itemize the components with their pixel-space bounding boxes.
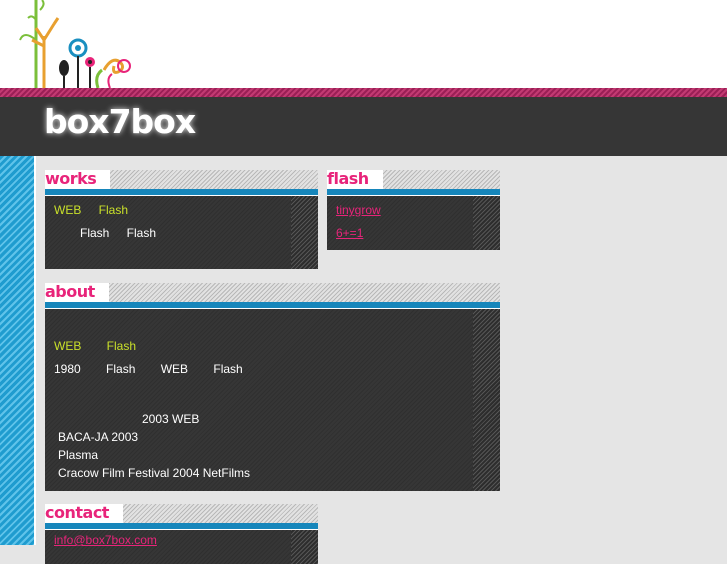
about-panel: about WEB Flash 1980 Flash WEB Flash 200… (45, 283, 500, 491)
about-panel-body: WEB Flash 1980 Flash WEB Flash 2003 WEB … (45, 309, 500, 491)
about-heading: about (45, 283, 109, 302)
flash-link-tinygrow[interactable]: tinygrow (336, 203, 381, 217)
flash-heading: flash (327, 170, 383, 189)
contact-blue-bar (45, 523, 318, 530)
works-panel: works WEB Flash Flash Flash (45, 170, 318, 269)
about-panel-header: about (45, 283, 500, 302)
flash-panel: flash tinygrow 6+=1 (327, 170, 500, 250)
flash-link-6plus1[interactable]: 6+=1 (336, 226, 363, 240)
contact-panel-body: info@box7box.com (45, 530, 318, 564)
left-rail (0, 156, 36, 545)
top-banner (0, 0, 727, 88)
about-blue-bar (45, 302, 500, 309)
flash-panel-body: tinygrow 6+=1 (327, 196, 500, 250)
site-logo-title[interactable]: box7box (44, 102, 196, 141)
flash-panel-header: flash (327, 170, 500, 189)
contact-panel: contact info@box7box.com (45, 504, 318, 564)
about-line-3: 2003 WEB (142, 412, 200, 426)
works-heading: works (45, 170, 111, 189)
works-blue-bar (45, 189, 318, 196)
works-panel-header: works (45, 170, 318, 189)
works-line-2: Flash Flash (80, 226, 157, 240)
flash-blue-bar (327, 189, 500, 196)
contact-panel-header: contact (45, 504, 318, 523)
about-line-4: BACA-JA 2003 (58, 430, 139, 444)
about-line-6: Cracow Film Festival 2004 NetFilms (58, 466, 251, 480)
works-line-1: WEB Flash (54, 203, 129, 217)
works-panel-body: WEB Flash Flash Flash (45, 196, 318, 269)
header-stripe (0, 88, 727, 97)
logo-illustration (19, 0, 131, 88)
contact-heading: contact (45, 504, 123, 523)
about-line-5: Plasma (58, 448, 99, 462)
site-header: box7box (0, 97, 727, 156)
about-line-1: WEB Flash (54, 339, 137, 353)
about-line-2: 1980 Flash WEB Flash (54, 362, 243, 376)
